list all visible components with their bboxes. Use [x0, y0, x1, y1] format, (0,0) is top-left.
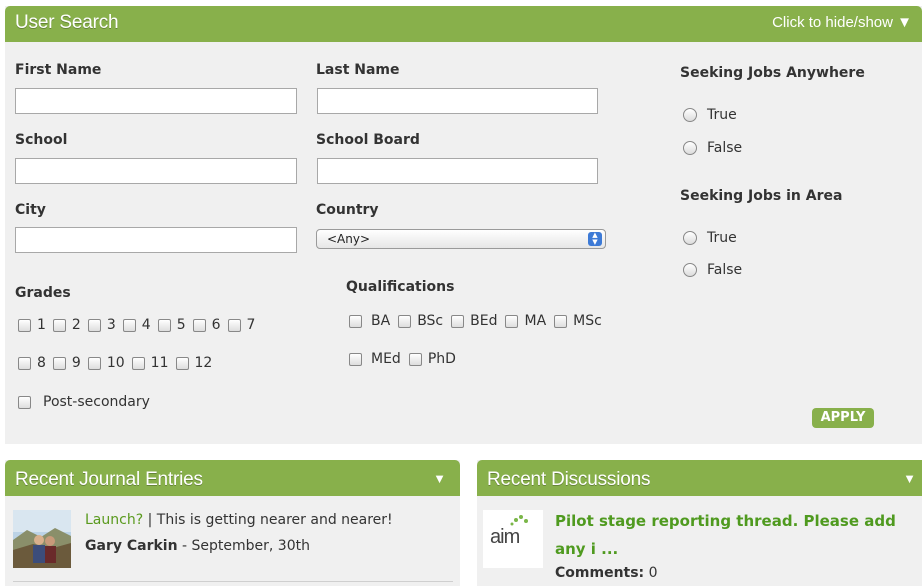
triangle-down-icon[interactable]: ▼	[903, 471, 916, 486]
apply-button[interactable]: APPLY	[812, 408, 874, 428]
qualification-msc-checkbox[interactable]: MSc	[554, 313, 602, 329]
comments-count: 0	[648, 565, 658, 581]
user-search-title: User Search	[15, 12, 119, 33]
discussions-header[interactable]: Recent Discussions ▼	[477, 460, 922, 496]
city-input[interactable]	[15, 227, 297, 253]
journal-entry-meta: Gary Carkin - September, 30th	[85, 538, 310, 554]
school-board-input[interactable]	[317, 158, 598, 184]
triangle-down-icon[interactable]: ▼	[433, 471, 446, 486]
school-board-label: School Board	[316, 132, 420, 148]
grade-4-checkbox[interactable]: 4	[122, 317, 151, 333]
seeking-area-false-radio[interactable]: False	[683, 262, 742, 278]
last-name-label: Last Name	[316, 62, 400, 78]
aim-logo-text: aim	[490, 526, 520, 548]
aim-logo[interactable]: aim	[483, 510, 543, 568]
city-label: City	[15, 202, 46, 218]
hide-show-toggle[interactable]: Click to hide/show ▼	[772, 14, 912, 31]
qualifications-label: Qualifications	[346, 279, 455, 295]
grades-row-3: Post-secondary	[18, 394, 150, 410]
post-secondary-checkbox[interactable]: Post-secondary	[18, 394, 150, 410]
journal-title: Recent Journal Entries	[15, 469, 203, 490]
qualification-bed-checkbox[interactable]: BEd	[451, 313, 497, 329]
qualifications-row-2: MEd PhD	[349, 351, 456, 367]
radio-circle-icon	[683, 108, 697, 122]
first-name-label: First Name	[15, 62, 102, 78]
country-label: Country	[316, 202, 379, 218]
qualification-bsc-checkbox[interactable]: BSc	[398, 313, 443, 329]
seeking-area-true-radio[interactable]: True	[683, 230, 737, 246]
journal-header[interactable]: Recent Journal Entries ▼	[5, 460, 460, 496]
author-photo[interactable]	[13, 510, 71, 568]
school-input[interactable]	[15, 158, 297, 184]
grade-5-checkbox[interactable]: 5	[157, 317, 186, 333]
journal-entry-link[interactable]: Launch?	[85, 512, 143, 528]
grade-6-checkbox[interactable]: 6	[192, 317, 221, 333]
discussions-title: Recent Discussions	[487, 469, 651, 490]
grades-label: Grades	[15, 285, 71, 301]
qualification-med-checkbox[interactable]: MEd	[349, 351, 401, 367]
discussion-comments: Comments: 0	[555, 565, 658, 581]
grade-7-checkbox[interactable]: 7	[227, 317, 255, 333]
qualification-phd-checkbox[interactable]: PhD	[408, 351, 456, 367]
radio-circle-icon	[683, 263, 697, 277]
journal-entry-date: September, 30th	[191, 538, 310, 554]
journal-entry-text: This is getting nearer and nearer!	[156, 512, 393, 528]
grade-3-checkbox[interactable]: 3	[87, 317, 116, 333]
radio-circle-icon	[683, 141, 697, 155]
grade-9-checkbox[interactable]: 9	[52, 355, 81, 371]
triangle-down-icon: ▼	[897, 14, 912, 31]
radio-circle-icon	[683, 231, 697, 245]
grade-1-checkbox[interactable]: 1	[18, 317, 46, 333]
grade-12-checkbox[interactable]: 12	[175, 355, 212, 371]
first-name-input[interactable]	[15, 88, 297, 114]
qualification-ba-checkbox[interactable]: BA	[349, 313, 390, 329]
journal-divider	[13, 581, 453, 582]
grade-11-checkbox[interactable]: 11	[131, 355, 169, 371]
user-search-header[interactable]: User Search Click to hide/show ▼	[5, 6, 922, 42]
seeking-anywhere-false-radio[interactable]: False	[683, 140, 742, 156]
discussion-title-link[interactable]: Pilot stage reporting thread. Please add…	[555, 507, 917, 563]
grades-row-1: 1 2 3 4 5 6 7	[18, 317, 255, 333]
qualifications-row-1: BA BSc BEd MA MSc	[349, 313, 602, 329]
seeking-area-label: Seeking Jobs in Area	[680, 188, 843, 204]
grade-8-checkbox[interactable]: 8	[18, 355, 46, 371]
country-select-value: <Any>	[327, 232, 371, 246]
journal-entry: Launch? | This is getting nearer and nea…	[85, 512, 393, 528]
school-label: School	[15, 132, 68, 148]
comments-label: Comments:	[555, 565, 645, 581]
grades-row-2: 8 9 10 11 12	[18, 355, 212, 371]
seeking-anywhere-label: Seeking Jobs Anywhere	[680, 65, 865, 81]
grade-2-checkbox[interactable]: 2	[52, 317, 81, 333]
country-select[interactable]: <Any> ▲ ▼	[316, 229, 606, 249]
qualification-ma-checkbox[interactable]: MA	[505, 313, 546, 329]
seeking-anywhere-true-radio[interactable]: True	[683, 107, 737, 123]
grade-10-checkbox[interactable]: 10	[87, 355, 125, 371]
journal-author-link[interactable]: Gary Carkin	[85, 538, 178, 554]
last-name-input[interactable]	[317, 88, 598, 114]
up-down-arrows-icon: ▲ ▼	[588, 232, 602, 246]
